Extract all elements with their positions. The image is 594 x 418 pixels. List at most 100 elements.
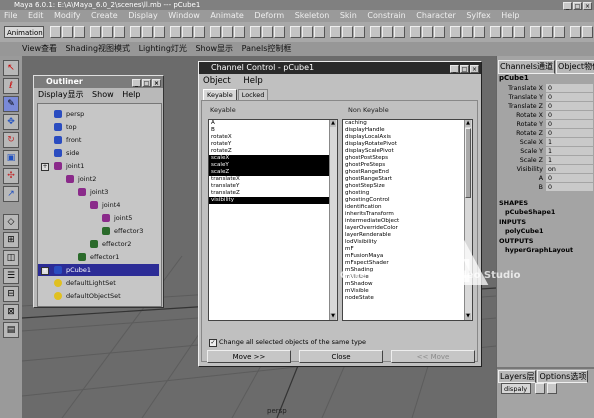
status-line-button-icon[interactable] [74, 26, 85, 38]
status-line-button-icon[interactable] [114, 26, 125, 38]
status-line-button-icon[interactable] [130, 26, 141, 38]
keyable-item[interactable]: translateZ [209, 190, 337, 197]
attribute-name[interactable]: Visibility [517, 165, 543, 174]
attribute-name[interactable]: B [539, 183, 543, 192]
cc-minimize-button[interactable]: _ [450, 65, 459, 73]
keyable-scrollbar[interactable]: ▲ ▼ [329, 120, 337, 320]
attribute-name[interactable]: Scale X [520, 138, 543, 147]
outputs-item[interactable]: hyperGraphLayout [505, 246, 573, 254]
scroll-up-icon[interactable]: ▲ [465, 120, 471, 127]
outliner-minimize-button[interactable]: _ [132, 79, 141, 87]
keyable-item[interactable]: A [209, 120, 337, 127]
status-line-button-icon[interactable] [462, 26, 473, 38]
outliner-item-joint4[interactable]: joint4 [38, 199, 159, 211]
attribute-value-field[interactable]: 0 [546, 111, 593, 119]
scroll-up-icon[interactable]: ▲ [330, 120, 336, 127]
expand-icon[interactable]: + [41, 267, 49, 275]
outliner-item-top[interactable]: top [38, 121, 159, 133]
move-left-button[interactable]: << Move [391, 350, 475, 363]
status-line-button-icon[interactable] [530, 26, 541, 38]
attribute-name[interactable]: Rotate Y [517, 120, 543, 129]
attribute-value-field[interactable]: 0 [546, 129, 593, 137]
status-line-button-icon[interactable] [382, 26, 393, 38]
layout-custom-icon[interactable]: ▤ [3, 322, 19, 338]
status-line-button-icon[interactable] [542, 26, 553, 38]
close-dialog-button[interactable]: Close [299, 350, 383, 363]
status-line-button-icon[interactable] [502, 26, 513, 38]
scroll-thumb[interactable] [465, 128, 471, 198]
outliner-item-effector3[interactable]: effector3 [38, 225, 159, 237]
last-tool-icon[interactable]: ↗ [3, 186, 19, 202]
status-line-button-icon[interactable] [194, 26, 205, 38]
attribute-name[interactable]: Scale Y [520, 147, 543, 156]
scroll-down-icon[interactable]: ▼ [330, 313, 336, 320]
nonkeyable-item[interactable]: displayScalePivot [343, 148, 472, 155]
nonkeyable-item[interactable]: caching [343, 120, 472, 127]
status-line-button-icon[interactable] [102, 26, 113, 38]
menu-animate[interactable]: Animate [210, 11, 244, 20]
status-line-button-icon[interactable] [262, 26, 273, 38]
panel-divider[interactable] [497, 367, 594, 369]
status-line-button-icon[interactable] [354, 26, 365, 38]
tab-options[interactable]: Options选项 [537, 370, 589, 383]
outliner-item-persp[interactable]: persp [38, 108, 159, 120]
scale-tool-icon[interactable]: ▣ [3, 150, 19, 166]
attribute-name[interactable]: Rotate X [516, 111, 543, 120]
nonkeyable-item[interactable]: ghostStepSize [343, 183, 472, 190]
nonkeyable-item[interactable]: nodeState [343, 295, 472, 302]
cc-menu-help[interactable]: Help [243, 76, 262, 86]
keyable-item[interactable]: rotateY [209, 141, 337, 148]
panel-menu-shading[interactable]: Shading视图模式 [66, 44, 131, 53]
menu-constrain[interactable]: Constrain [367, 11, 405, 20]
tab-keyable[interactable]: Keyable [203, 89, 237, 100]
status-line-button-icon[interactable] [582, 26, 593, 38]
scroll-down-icon[interactable]: ▼ [465, 313, 471, 320]
menu-create[interactable]: Create [91, 11, 118, 20]
outliner-item-defaultlightset[interactable]: defaultLightSet [38, 277, 159, 289]
status-line-button-icon[interactable] [154, 26, 165, 38]
nonkeyable-item[interactable]: ghosting [343, 190, 472, 197]
channel-box-object-name[interactable]: pCube1 [499, 74, 529, 82]
minimize-button[interactable]: _ [563, 2, 572, 10]
outliner-item-joint3[interactable]: joint3 [38, 186, 159, 198]
keyable-list[interactable]: A BrotateX rotateY rotateZ scaleX scaleY scale… [208, 119, 338, 321]
expand-icon[interactable]: + [41, 163, 49, 171]
shapes-item[interactable]: pCubeShape1 [505, 208, 555, 216]
select-tool-icon[interactable]: ↖ [3, 60, 19, 76]
attribute-name[interactable]: Translate Z [508, 102, 543, 111]
attribute-name[interactable]: Translate Y [509, 93, 543, 102]
status-line-button-icon[interactable] [290, 26, 301, 38]
outliner-menu-help[interactable]: Help [122, 90, 140, 99]
menu-sylfex[interactable]: Sylfex [466, 11, 490, 20]
menu-deform[interactable]: Deform [254, 11, 284, 20]
outliner-item-pcube1[interactable]: + pCube1 [38, 264, 159, 276]
menu-window[interactable]: Window [168, 11, 200, 20]
keyable-item[interactable]: scaleY [209, 162, 337, 169]
menu-character[interactable]: Character [416, 11, 456, 20]
keyable-item[interactable]: translateX [209, 176, 337, 183]
close-button[interactable]: × [583, 2, 592, 10]
attribute-value-field[interactable]: 0 [546, 174, 593, 182]
tab-object[interactable]: Object物体 [556, 60, 594, 74]
status-line-button-icon[interactable] [170, 26, 181, 38]
attribute-name[interactable]: Rotate Z [516, 129, 543, 138]
layout-four-icon[interactable]: ⊞ [3, 232, 19, 248]
status-line-button-icon[interactable] [370, 26, 381, 38]
lasso-tool-icon[interactable]: ℓ [3, 78, 19, 94]
menu-skeleton[interactable]: Skeleton [295, 11, 330, 20]
keyable-item[interactable]: translateY [209, 183, 337, 190]
status-line-button-icon[interactable] [222, 26, 233, 38]
menu-help[interactable]: Help [501, 11, 519, 20]
menu-edit[interactable]: Edit [28, 11, 44, 20]
status-line-button-icon[interactable] [62, 26, 73, 38]
maximize-button[interactable]: □ [573, 2, 582, 10]
status-line-button-icon[interactable] [50, 26, 61, 38]
outliner-maximize-button[interactable]: □ [142, 79, 151, 87]
tab-locked[interactable]: Locked [237, 89, 269, 100]
attribute-value-field[interactable]: 1 [546, 156, 593, 164]
keyable-item[interactable]: B [209, 127, 337, 134]
status-line-button-icon[interactable] [514, 26, 525, 38]
keyable-item[interactable]: rotateX [209, 134, 337, 141]
status-line-button-icon[interactable] [342, 26, 353, 38]
outliner-item-joint2[interactable]: joint2 [38, 173, 159, 185]
